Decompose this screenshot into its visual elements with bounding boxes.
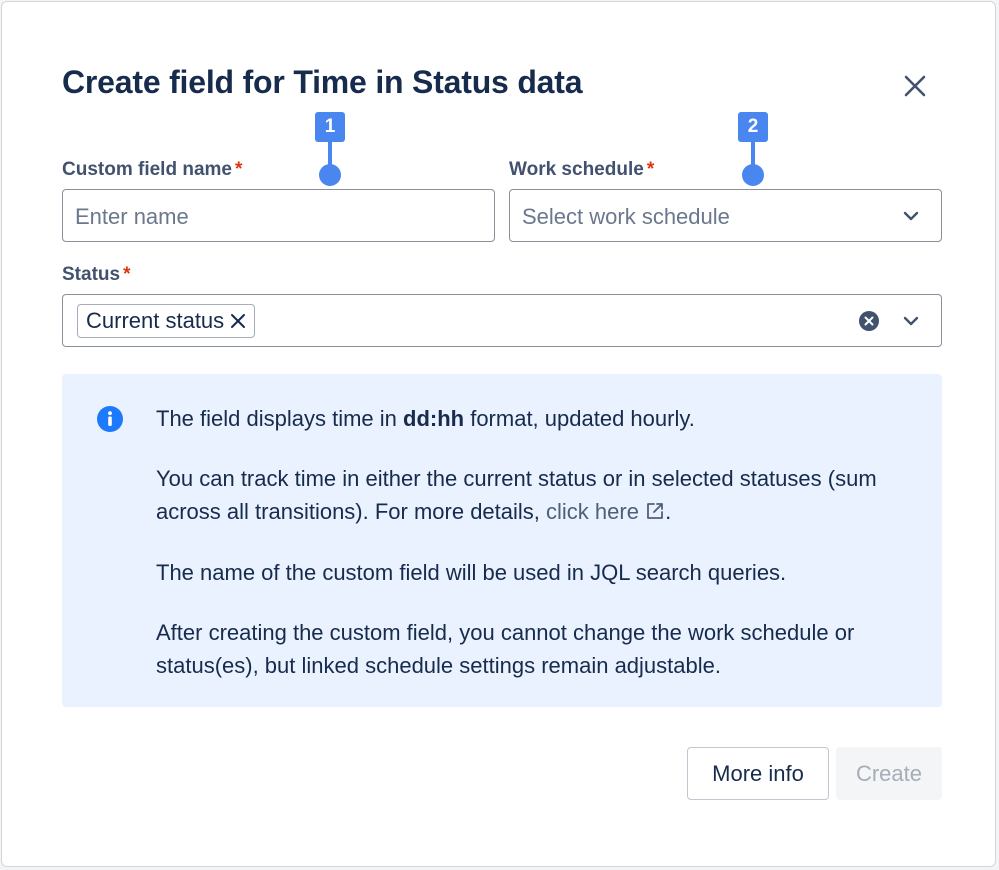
work-schedule-select[interactable]: Select work schedule <box>509 189 942 242</box>
status-tag: Current status <box>77 304 256 338</box>
close-icon <box>904 75 926 97</box>
marker-badge: 2 <box>738 112 768 142</box>
status-tag-label: Current status <box>86 308 225 333</box>
required-asterisk: * <box>234 159 243 180</box>
marker-dot <box>319 164 341 186</box>
format-code: dd:hh <box>403 406 465 431</box>
work-schedule-placeholder: Select work schedule <box>522 204 730 229</box>
info-icon <box>97 406 123 432</box>
required-asterisk: * <box>123 264 131 285</box>
info-line-tracking: You can track time in either the current… <box>156 466 877 524</box>
chevron-down-icon[interactable] <box>901 206 921 226</box>
status-label: Status * <box>62 264 131 285</box>
info-line-jql: The name of the custom field will be use… <box>156 560 787 585</box>
required-asterisk: * <box>646 159 655 180</box>
close-button[interactable] <box>897 68 933 104</box>
marker-dot <box>742 164 764 186</box>
custom-field-name-label: Custom field name * <box>62 159 243 180</box>
info-line-format: The field displays time in dd:hh format,… <box>156 406 695 431</box>
click-here-link[interactable]: click here <box>546 499 665 524</box>
info-line-restrictions: After creating the custom field, you can… <box>156 620 855 678</box>
create-field-dialog: Create field for Time in Status data Cus… <box>1 1 996 867</box>
chevron-down-icon[interactable] <box>901 311 921 331</box>
status-multiselect[interactable]: Current status <box>62 294 942 347</box>
create-button[interactable]: Create <box>836 747 942 800</box>
dialog-title: Create field for Time in Status data <box>62 64 583 100</box>
close-icon <box>231 314 246 328</box>
info-panel: The field displays time in dd:hh format,… <box>62 374 942 707</box>
custom-field-name-input[interactable]: Enter name <box>62 189 495 242</box>
external-link-icon <box>647 503 663 519</box>
more-info-button[interactable]: More info <box>687 747 829 800</box>
custom-field-name-placeholder: Enter name <box>75 204 189 229</box>
marker-badge: 1 <box>315 112 345 142</box>
remove-tag-button[interactable] <box>230 313 246 329</box>
work-schedule-label: Work schedule * <box>509 159 655 180</box>
clear-circle-icon[interactable] <box>858 310 880 332</box>
